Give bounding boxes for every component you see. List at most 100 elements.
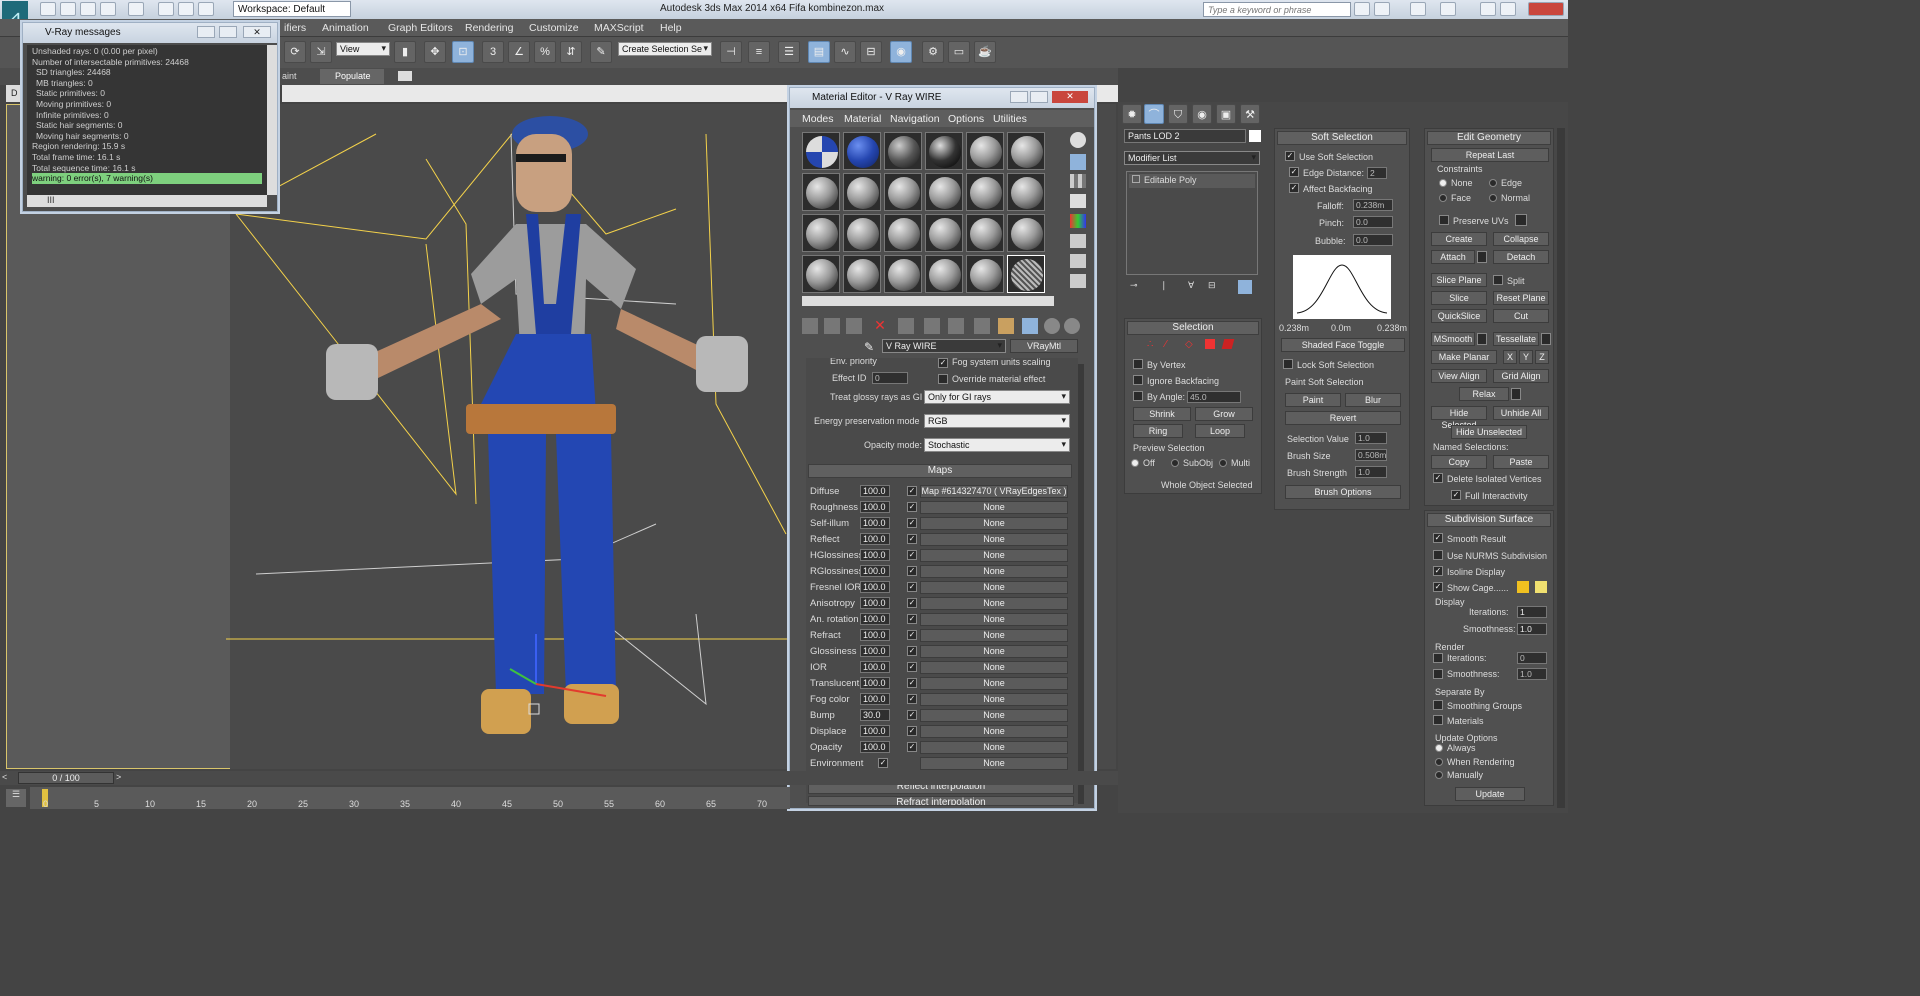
- make-unique-icon[interactable]: [924, 318, 940, 334]
- time-slider[interactable]: < 0 / 100 >: [0, 771, 1118, 785]
- effect-id-field[interactable]: 0: [872, 372, 908, 384]
- project-icon[interactable]: [198, 2, 214, 16]
- lock-soft-selection-checkbox[interactable]: [1283, 359, 1293, 369]
- scene-explorer-icon[interactable]: ▤: [808, 41, 830, 63]
- snap-3d-icon[interactable]: 3: [482, 41, 504, 63]
- blur-button[interactable]: Blur: [1345, 393, 1401, 407]
- sample-slot[interactable]: [802, 173, 840, 211]
- collapse-button[interactable]: Collapse: [1493, 232, 1549, 246]
- cage-color-swatch-2[interactable]: [1535, 581, 1547, 593]
- sample-slot[interactable]: [966, 173, 1004, 211]
- pinch-field[interactable]: 0.0: [1353, 216, 1393, 228]
- by-angle-checkbox[interactable]: [1133, 391, 1143, 401]
- ignore-backfacing-checkbox[interactable]: [1133, 375, 1143, 385]
- search-input[interactable]: Type a keyword or phrase: [1203, 2, 1351, 17]
- open-icon[interactable]: [60, 2, 76, 16]
- time-slider-thumb[interactable]: 0 / 100: [18, 772, 114, 784]
- fetch-icon[interactable]: [178, 2, 194, 16]
- go-forward-icon[interactable]: [1064, 318, 1080, 334]
- sample-slot-active[interactable]: [1007, 255, 1045, 293]
- show-shaded-map-icon[interactable]: [998, 318, 1014, 334]
- shrink-button[interactable]: Shrink: [1133, 407, 1191, 421]
- vray-horizontal-scrollbar[interactable]: III: [27, 195, 267, 207]
- energy-preservation-dropdown[interactable]: RGB: [924, 414, 1070, 428]
- rendered-frame-icon[interactable]: ▭: [948, 41, 970, 63]
- slice-button[interactable]: Slice: [1431, 291, 1487, 305]
- put-to-scene-icon[interactable]: [824, 318, 840, 334]
- sample-slot[interactable]: [802, 132, 840, 170]
- maximize-icon[interactable]: [1500, 2, 1516, 16]
- bubble-field[interactable]: 0.0: [1353, 234, 1393, 246]
- make-planar-x-button[interactable]: X: [1503, 350, 1517, 364]
- configure-sets-icon[interactable]: [1238, 280, 1252, 294]
- options-icon[interactable]: [1070, 254, 1086, 268]
- edge-level-icon[interactable]: ⁄: [1165, 339, 1167, 350]
- soft-selection-header[interactable]: Soft Selection: [1277, 131, 1407, 145]
- assign-to-selection-icon[interactable]: [846, 318, 862, 334]
- sample-slot[interactable]: [843, 132, 881, 170]
- key-icon[interactable]: [1374, 2, 1390, 16]
- keyboard-shortcut-icon[interactable]: ⊡: [452, 41, 474, 63]
- rotate-icon[interactable]: ⟳: [284, 41, 306, 63]
- menu-customize[interactable]: Customize: [529, 22, 579, 34]
- sample-slot[interactable]: [925, 214, 963, 252]
- eyedropper-icon[interactable]: ✎: [864, 340, 878, 354]
- glossy-gi-dropdown[interactable]: Only for GI rays: [924, 390, 1070, 404]
- video-check-icon[interactable]: [1070, 214, 1086, 228]
- sample-slot[interactable]: [1007, 132, 1045, 170]
- select-manipulate-icon[interactable]: ✥: [424, 41, 446, 63]
- tab-populate[interactable]: Populate: [320, 69, 384, 84]
- relax-settings-icon[interactable]: [1511, 388, 1521, 400]
- sample-slot[interactable]: [925, 173, 963, 211]
- tab-object-paint[interactable]: aint: [282, 71, 297, 81]
- selection-rollout-header[interactable]: Selection: [1127, 321, 1259, 335]
- sample-slot[interactable]: [925, 132, 963, 170]
- update-rendering-radio[interactable]: [1435, 758, 1443, 766]
- make-unique-stack-icon[interactable]: ∀: [1188, 280, 1200, 294]
- sample-slot[interactable]: [843, 173, 881, 211]
- falloff-field[interactable]: 0.238m: [1353, 199, 1393, 211]
- maps-rollout-header[interactable]: Maps: [808, 464, 1072, 478]
- paste-button[interactable]: Paste: [1493, 455, 1549, 469]
- make-planar-button[interactable]: Make Planar: [1431, 350, 1497, 364]
- update-manually-radio[interactable]: [1435, 771, 1443, 779]
- percent-snap-icon[interactable]: %: [534, 41, 556, 63]
- hierarchy-tab-icon[interactable]: ⛉: [1168, 104, 1188, 124]
- layer-icon[interactable]: ☰: [778, 41, 800, 63]
- override-effect-checkbox[interactable]: [938, 374, 948, 384]
- next-frame-button[interactable]: >: [116, 772, 128, 784]
- opacity-mode-dropdown[interactable]: Stochastic: [924, 438, 1070, 452]
- attach-settings-icon[interactable]: [1477, 251, 1487, 263]
- isoline-display-checkbox[interactable]: ✓: [1433, 566, 1443, 576]
- msmooth-button[interactable]: MSmooth: [1431, 332, 1475, 346]
- vray-close-button[interactable]: ✕: [243, 26, 271, 38]
- display-smoothness-field[interactable]: 1.0: [1517, 623, 1547, 635]
- trackbar-toggle-icon[interactable]: ☰: [6, 789, 26, 807]
- use-nurms-checkbox[interactable]: [1433, 550, 1443, 560]
- object-color-swatch[interactable]: [1249, 130, 1261, 142]
- preview-subobj-radio[interactable]: [1171, 459, 1179, 467]
- mat-menu-utilities[interactable]: Utilities: [993, 113, 1027, 125]
- create-button[interactable]: Create: [1431, 232, 1487, 246]
- repeat-last-button[interactable]: Repeat Last: [1431, 148, 1549, 162]
- paint-button[interactable]: Paint: [1285, 393, 1341, 407]
- constraint-face-radio[interactable]: [1439, 194, 1447, 202]
- binoculars-icon[interactable]: [1354, 2, 1370, 16]
- by-angle-field[interactable]: 45.0: [1187, 391, 1241, 403]
- sample-slot[interactable]: [966, 255, 1004, 293]
- make-preview-icon[interactable]: [1070, 234, 1086, 248]
- sample-slot[interactable]: [966, 214, 1004, 252]
- tessellate-button[interactable]: Tessellate: [1493, 332, 1539, 346]
- delete-isolated-checkbox[interactable]: ✓: [1433, 473, 1443, 483]
- spinner-snap-icon[interactable]: ⇵: [560, 41, 582, 63]
- mirror-icon[interactable]: ⊣: [720, 41, 742, 63]
- brush-strength-field[interactable]: 1.0: [1355, 466, 1387, 478]
- ribbon-toggle-icon[interactable]: [398, 71, 412, 81]
- sample-slot[interactable]: [843, 255, 881, 293]
- smooth-result-checkbox[interactable]: ✓: [1433, 533, 1443, 543]
- shaded-face-toggle-button[interactable]: Shaded Face Toggle: [1281, 338, 1405, 352]
- named-selection-dropdown[interactable]: Create Selection Se: [618, 42, 712, 56]
- make-planar-z-button[interactable]: Z: [1535, 350, 1549, 364]
- vray-minimize-button[interactable]: [197, 26, 215, 38]
- reset-plane-button[interactable]: Reset Plane: [1493, 291, 1549, 305]
